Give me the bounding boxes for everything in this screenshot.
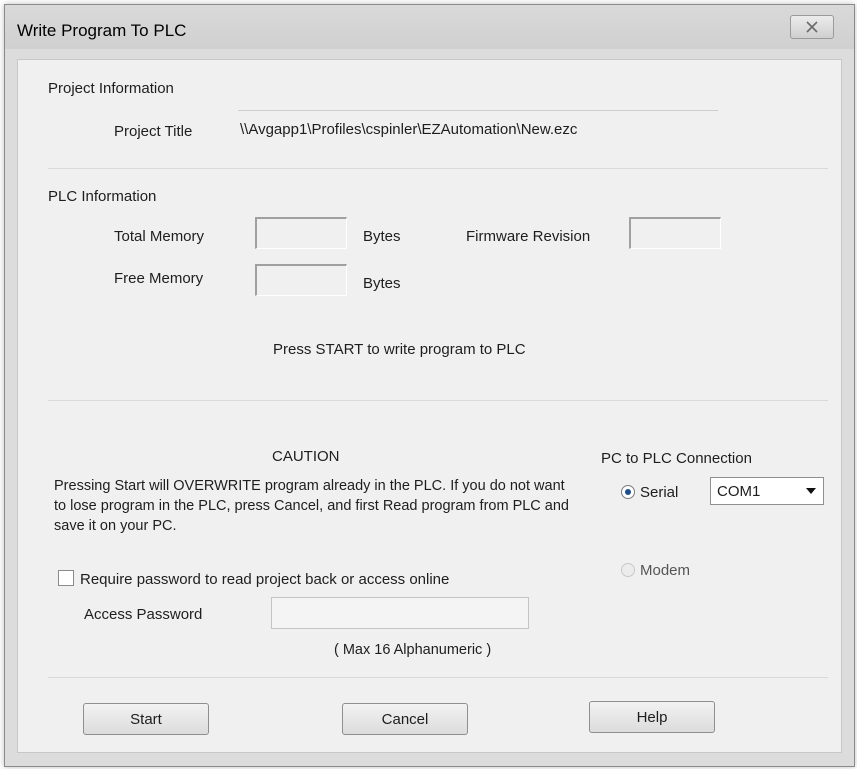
chevron-down-icon — [806, 488, 816, 494]
close-icon — [806, 21, 818, 33]
press-start-instruction: Press START to write program to PLC — [273, 341, 526, 358]
com-port-select[interactable]: COM1 — [710, 477, 824, 505]
caution-text: Pressing Start will OVERWRITE program al… — [54, 478, 569, 534]
close-button[interactable] — [790, 15, 834, 39]
help-button[interactable]: Help — [589, 701, 715, 733]
password-length-hint: ( Max 16 Alphanumeric ) — [334, 642, 492, 658]
total-memory-bytes-label: Bytes — [363, 228, 401, 245]
connection-label: PC to PLC Connection — [601, 450, 752, 467]
require-password-label[interactable]: Require password to read project back or… — [80, 571, 449, 588]
com-port-value: COM1 — [717, 483, 761, 500]
free-memory-field — [255, 264, 347, 296]
title-bar: Write Program To PLC — [5, 5, 854, 49]
section-separator — [48, 400, 828, 401]
caution-heading: CAUTION — [272, 448, 340, 465]
dialog-window: Write Program To PLC Project Information… — [4, 4, 855, 767]
project-title-separator — [238, 110, 718, 111]
access-password-label: Access Password — [84, 606, 203, 623]
total-memory-label: Total Memory — [114, 228, 205, 245]
cancel-button[interactable]: Cancel — [342, 703, 468, 735]
access-password-field[interactable] — [271, 597, 529, 629]
project-title-label: Project Title — [114, 123, 193, 140]
project-title-value: \\Avgapp1\Profiles\cspinler\EZAutomation… — [240, 121, 578, 138]
section-separator — [48, 168, 828, 169]
serial-label[interactable]: Serial — [640, 484, 678, 501]
section-separator — [48, 677, 828, 678]
require-password-checkbox[interactable] — [58, 570, 74, 586]
window-title: Write Program To PLC — [17, 21, 187, 40]
free-memory-label: Free Memory — [114, 270, 204, 287]
plc-information-heading: PLC Information — [48, 188, 157, 205]
firmware-revision-label: Firmware Revision — [466, 228, 591, 245]
total-memory-field — [255, 217, 347, 249]
serial-radio[interactable] — [621, 485, 635, 499]
free-memory-bytes-label: Bytes — [363, 275, 401, 292]
dialog-content: Project Information Project Title \\Avga… — [17, 59, 842, 753]
modem-label[interactable]: Modem — [640, 562, 690, 579]
project-information-heading: Project Information — [48, 80, 174, 97]
start-button[interactable]: Start — [83, 703, 209, 735]
firmware-revision-field — [629, 217, 721, 249]
modem-radio[interactable] — [621, 563, 635, 577]
